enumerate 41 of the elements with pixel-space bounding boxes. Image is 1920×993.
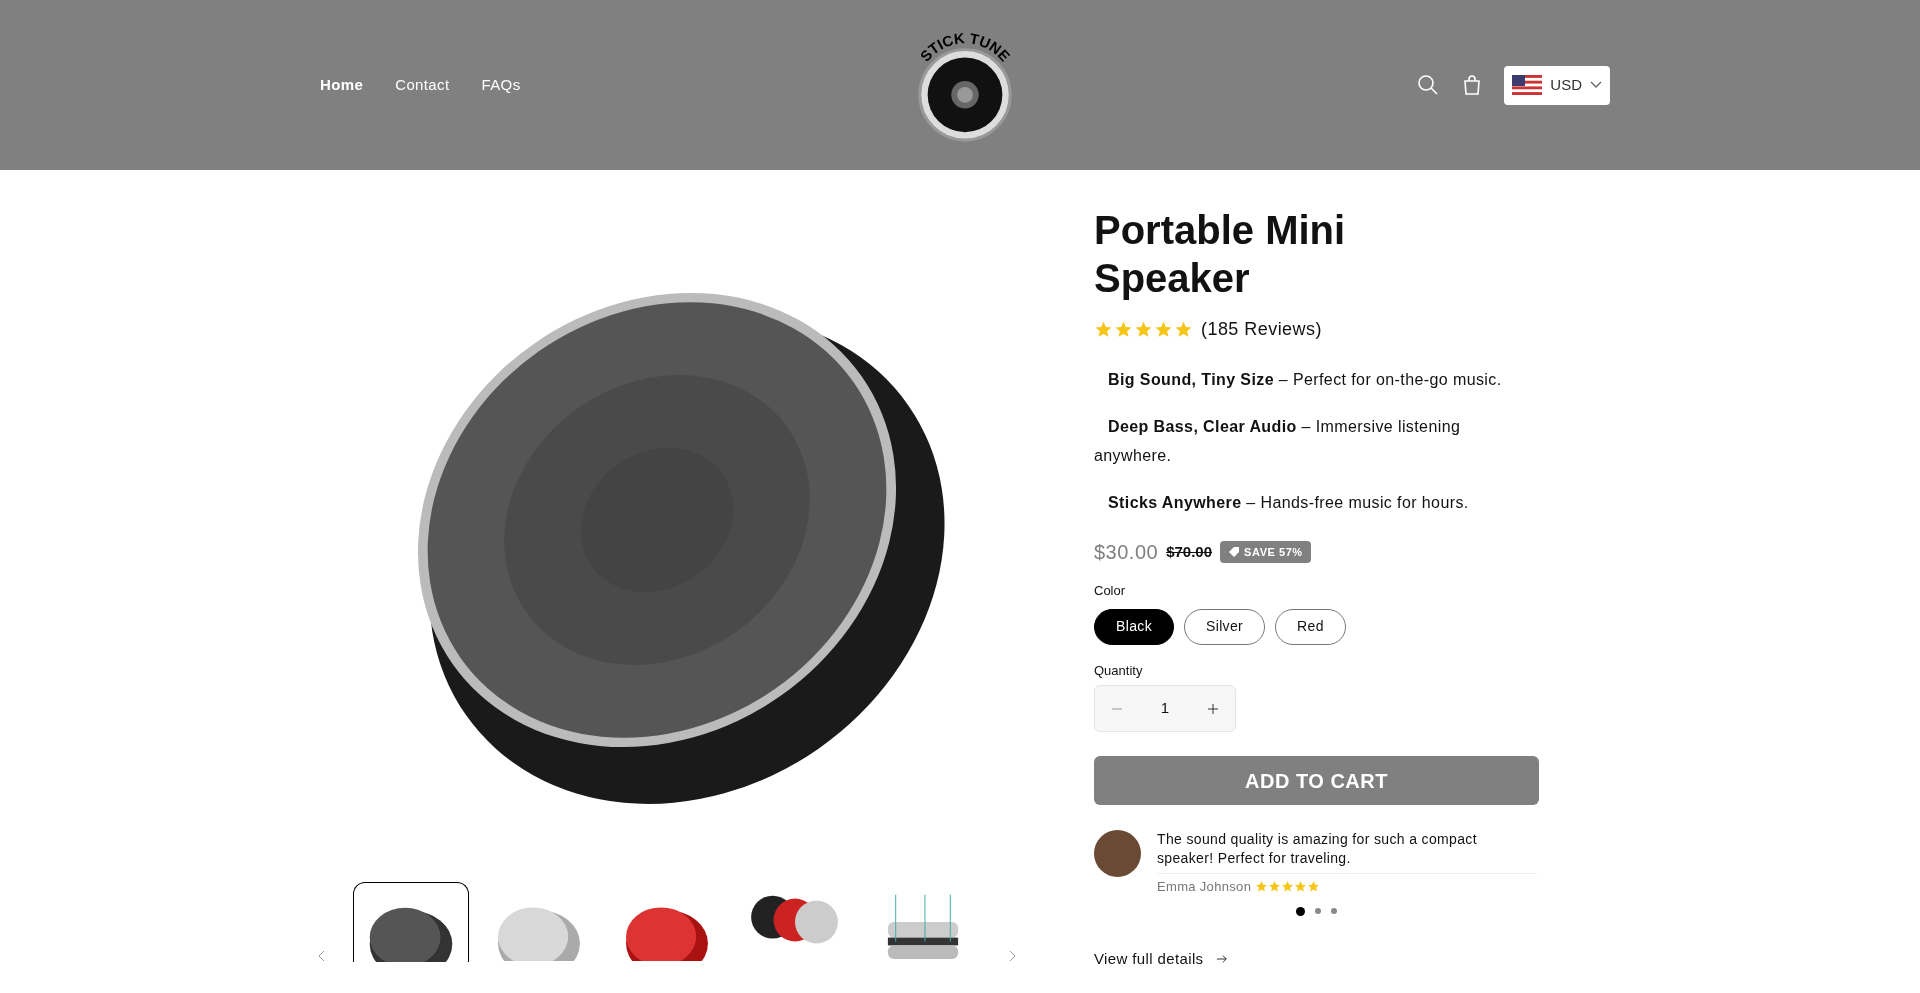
feature-text: Deep Bass, Clear Audio – Immersive listening anywhere. — [1094, 417, 1462, 466]
view-details-link[interactable]: View full details — [1094, 947, 1540, 970]
product-title: Portable Mini Speaker — [1094, 207, 1347, 302]
nav-link[interactable]: FAQs — [481, 73, 521, 97]
star-icon — [1134, 320, 1153, 339]
star-icon — [1268, 880, 1282, 894]
review-author: Emma Johnson — [1157, 878, 1252, 896]
arrow-right-icon — [1215, 953, 1228, 964]
add-to-cart-button[interactable]: ADD TO CART — [1094, 756, 1539, 805]
star-icon — [1307, 880, 1321, 894]
feature-text: Big Sound, Tiny Size – Perfect for on-the-go music. — [1107, 370, 1503, 390]
us-flag-icon — [1512, 75, 1543, 95]
nav-link[interactable]: Contact — [395, 73, 450, 97]
chevron-down-icon — [1590, 81, 1602, 89]
star-icon — [1294, 880, 1308, 894]
nav-link[interactable]: Home — [320, 73, 364, 97]
chevron-right-icon[interactable] — [1009, 950, 1017, 962]
color-option[interactable]: Red — [1275, 608, 1346, 645]
quantity-value[interactable]: 1 — [1160, 697, 1170, 720]
compare-price: $70.00 — [1166, 541, 1213, 562]
star-icon — [1174, 320, 1193, 339]
color-option[interactable]: Black — [1094, 608, 1174, 645]
discount-badge: SAVE 57% — [1220, 540, 1311, 564]
review-text: The sound quality is amazing for such a compact speaker! Perfect for traveling. — [1157, 830, 1537, 874]
star-icon — [1255, 880, 1269, 894]
color-label: Color — [1094, 582, 1127, 600]
sale-price: $30.00 — [1094, 540, 1159, 565]
plus-icon[interactable] — [1207, 702, 1219, 715]
thumbnail[interactable] — [353, 882, 469, 962]
tag-icon — [1228, 546, 1241, 558]
star-icon — [1154, 320, 1173, 339]
currency-selector[interactable]: USD — [1504, 65, 1610, 105]
star-icon — [1281, 880, 1295, 894]
star-icon — [1114, 320, 1133, 339]
review-count: (185 Reviews) — [1201, 318, 1322, 341]
color-option[interactable]: Silver — [1184, 608, 1266, 645]
avatar — [1094, 830, 1141, 877]
chevron-left-icon[interactable] — [317, 950, 325, 962]
quantity-label: Quantity — [1094, 661, 1144, 680]
feature-text: Sticks Anywhere – Hands-free music for hours. — [1107, 493, 1470, 513]
star-icon — [1094, 320, 1113, 339]
